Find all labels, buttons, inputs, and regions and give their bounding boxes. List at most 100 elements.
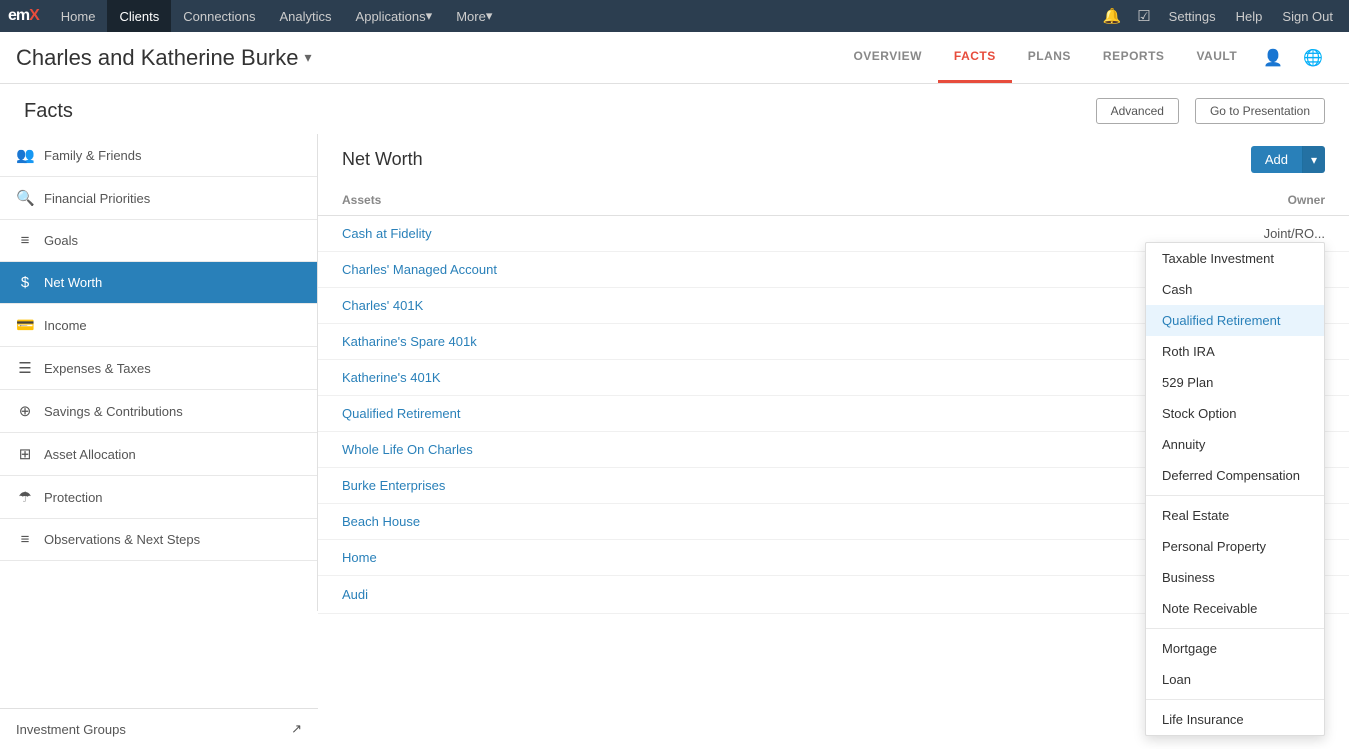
dropdown-item-taxable[interactable]: Taxable Investment [1146, 243, 1324, 274]
facts-header: Facts Advanced Go to Presentation [0, 84, 1349, 134]
advanced-button[interactable]: Advanced [1096, 98, 1179, 124]
dropdown-divider-2 [1146, 628, 1324, 629]
main-content: Net Worth Add ▾ Assets Owner Cash at Fid… [318, 134, 1349, 749]
app-logo[interactable]: emX [8, 7, 39, 25]
nav-applications[interactable]: Applications ▾ [344, 0, 445, 32]
sidebar-item-observations[interactable]: ≡ Observations & Next Steps [0, 519, 317, 561]
sidebar-item-goals[interactable]: ≡ Goals [0, 220, 317, 262]
protection-icon: ☂ [16, 488, 34, 506]
asset-link[interactable]: Katharine's Spare 401k [342, 334, 477, 349]
dropdown-item-mortgage[interactable]: Mortgage [1146, 633, 1324, 664]
sidebar-footer: Investment Groups ↗ [0, 708, 318, 749]
dropdown-item-business[interactable]: Business [1146, 562, 1324, 593]
asset-link[interactable]: Cash at Fidelity [342, 226, 432, 241]
sidebar-item-protection[interactable]: ☂ Protection [0, 476, 317, 519]
sidebar-item-savings[interactable]: ⊕ Savings & Contributions [0, 390, 317, 433]
dropdown-item-personal-property[interactable]: Personal Property [1146, 531, 1324, 562]
sidebar-item-expenses[interactable]: ☰ Expenses & Taxes [0, 347, 317, 390]
assets-column-header: Assets [318, 185, 854, 216]
presentation-button[interactable]: Go to Presentation [1195, 98, 1325, 124]
asset-link[interactable]: Beach House [342, 514, 420, 529]
investment-groups-label: Investment Groups [16, 722, 126, 737]
nav-connections[interactable]: Connections [171, 0, 267, 32]
family-icon: 👥 [16, 146, 34, 164]
globe-icon[interactable]: 🌐 [1293, 48, 1333, 68]
allocation-icon: ⊞ [16, 445, 34, 463]
task-icon[interactable]: ☑ [1131, 7, 1156, 25]
sidebar-label-observations: Observations & Next Steps [44, 532, 200, 547]
sidebar-label-priorities: Financial Priorities [44, 191, 150, 206]
asset-link[interactable]: Burke Enterprises [342, 478, 445, 493]
sub-header: Charles and Katherine Burke ▾ OVERVIEW F… [0, 32, 1349, 84]
nav-home[interactable]: Home [49, 0, 108, 32]
sidebar-item-financial-priorities[interactable]: 🔍 Financial Priorities [0, 177, 317, 220]
sidebar-label-goals: Goals [44, 233, 78, 248]
sidebar-label-protection: Protection [44, 490, 103, 505]
dropdown-item-qualified[interactable]: Qualified Retirement [1146, 305, 1324, 336]
dropdown-item-loan[interactable]: Loan [1146, 664, 1324, 695]
content-area: 👥 Family & Friends 🔍 Financial Prioritie… [0, 134, 1349, 749]
owner-column-header: Owner [854, 185, 1349, 216]
settings-link[interactable]: Settings [1161, 0, 1224, 32]
dropdown-item-note-receivable[interactable]: Note Receivable [1146, 593, 1324, 624]
observations-icon: ≡ [16, 531, 34, 548]
sub-navigation: OVERVIEW FACTS PLANS REPORTS VAULT 👤 🌐 [837, 32, 1333, 83]
asset-link[interactable]: Home [342, 550, 377, 565]
asset-link[interactable]: Qualified Retirement [342, 406, 461, 421]
client-dropdown-caret[interactable]: ▾ [305, 49, 312, 66]
facts-title: Facts [24, 100, 1088, 123]
dropdown-divider-1 [1146, 495, 1324, 496]
sidebar-item-family[interactable]: 👥 Family & Friends [0, 134, 317, 177]
dropdown-divider-3 [1146, 699, 1324, 700]
external-link-icon[interactable]: ↗ [291, 721, 302, 737]
net-worth-section-title: Net Worth [342, 149, 1251, 170]
facts-actions: Advanced Go to Presentation [1088, 98, 1325, 124]
dropdown-item-roth[interactable]: Roth IRA [1146, 336, 1324, 367]
savings-icon: ⊕ [16, 402, 34, 420]
dropdown-item-annuity[interactable]: Annuity [1146, 429, 1324, 460]
top-nav-icons: 🔔 ☑ Settings Help Sign Out [1097, 0, 1341, 32]
sidebar-item-asset-allocation[interactable]: ⊞ Asset Allocation [0, 433, 317, 476]
sidebar-label-income: Income [44, 318, 87, 333]
user-icon[interactable]: 👤 [1253, 48, 1293, 68]
signout-link[interactable]: Sign Out [1274, 0, 1341, 32]
dropdown-item-stock[interactable]: Stock Option [1146, 398, 1324, 429]
asset-link[interactable]: Charles' Managed Account [342, 262, 497, 277]
sidebar-label-family: Family & Friends [44, 148, 142, 163]
asset-link[interactable]: Katherine's 401K [342, 370, 441, 385]
dropdown-item-deferred[interactable]: Deferred Compensation [1146, 460, 1324, 491]
nav-clients[interactable]: Clients [107, 0, 171, 32]
sidebar-label-savings: Savings & Contributions [44, 404, 183, 419]
nav-more[interactable]: More ▾ [444, 0, 504, 32]
dropdown-item-cash[interactable]: Cash [1146, 274, 1324, 305]
expenses-icon: ☰ [16, 359, 34, 377]
sidebar-item-income[interactable]: 💳 Income [0, 304, 317, 347]
dropdown-item-real-estate[interactable]: Real Estate [1146, 500, 1324, 531]
sidebar-label-net-worth: Net Worth [44, 275, 102, 290]
client-name[interactable]: Charles and Katherine Burke ▾ [16, 45, 312, 71]
dropdown-item-529[interactable]: 529 Plan [1146, 367, 1324, 398]
notification-icon[interactable]: 🔔 [1097, 7, 1128, 25]
sidebar-item-net-worth[interactable]: $ Net Worth [0, 262, 317, 304]
tab-facts[interactable]: FACTS [938, 32, 1012, 83]
income-icon: 💳 [16, 316, 34, 334]
tab-vault[interactable]: VAULT [1180, 32, 1253, 83]
sidebar: 👥 Family & Friends 🔍 Financial Prioritie… [0, 134, 318, 611]
asset-link[interactable]: Audi [342, 587, 368, 602]
add-dropdown-menu: Taxable Investment Cash Qualified Retire… [1145, 242, 1325, 736]
asset-link[interactable]: Whole Life On Charles [342, 442, 473, 457]
help-link[interactable]: Help [1228, 0, 1271, 32]
sidebar-label-allocation: Asset Allocation [44, 447, 136, 462]
priorities-icon: 🔍 [16, 189, 34, 207]
tab-overview[interactable]: OVERVIEW [837, 32, 937, 83]
logo-em: em [8, 7, 29, 24]
tab-reports[interactable]: REPORTS [1087, 32, 1181, 83]
asset-link[interactable]: Charles' 401K [342, 298, 423, 313]
tab-plans[interactable]: PLANS [1012, 32, 1087, 83]
net-worth-section-header: Net Worth Add ▾ [318, 134, 1349, 185]
nav-analytics[interactable]: Analytics [268, 0, 344, 32]
goals-icon: ≡ [16, 232, 34, 249]
dropdown-item-life-insurance[interactable]: Life Insurance [1146, 704, 1324, 735]
add-button[interactable]: Add [1251, 146, 1302, 173]
add-dropdown-caret[interactable]: ▾ [1302, 146, 1325, 173]
